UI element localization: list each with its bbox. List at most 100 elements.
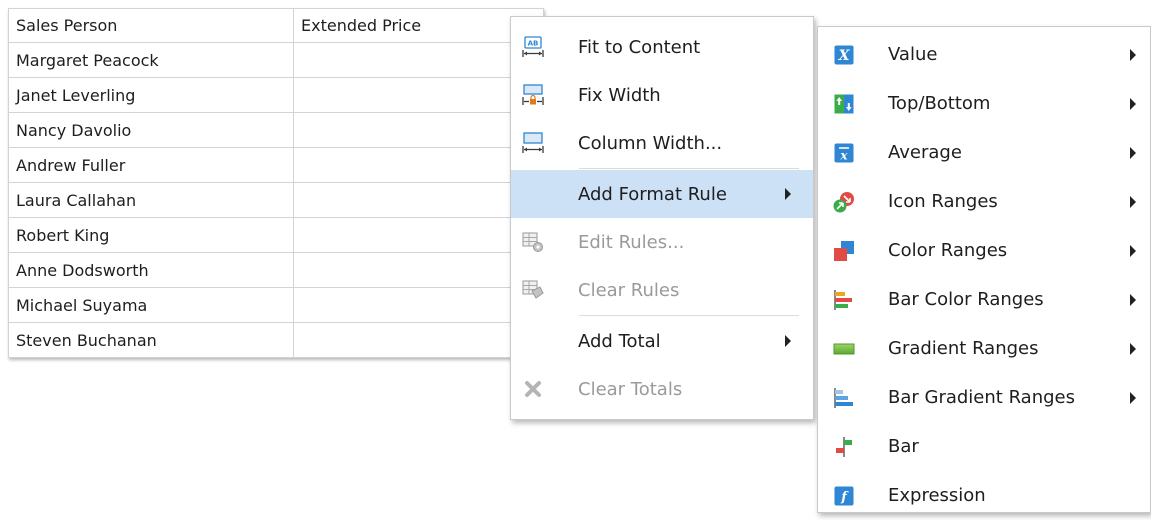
submenu-arrow-icon [1130,391,1136,404]
gradient-ranges-icon [827,332,861,366]
extended-price-cell[interactable] [293,42,544,78]
table-row[interactable]: Steven Buchanan [8,322,544,358]
submenu-item-average[interactable]: x Average [818,128,1150,177]
clear-rules-icon [516,273,550,307]
svg-text:X: X [838,48,851,64]
menu-item-label: Add Total [578,330,661,352]
data-grid: Sales Person Extended Price Margaret Pea… [8,8,544,358]
table-row[interactable]: Laura Callahan [8,182,544,218]
sales-person-cell[interactable]: Laura Callahan [8,182,294,218]
clear-totals-icon [516,372,550,406]
submenu-item-label: Gradient Ranges [888,338,1039,359]
edit-rules-icon [516,225,550,259]
submenu-arrow-icon [1130,146,1136,159]
submenu-arrow-icon [1130,342,1136,355]
fit-to-content-icon: AB [516,30,550,64]
submenu-item-label: Bar Color Ranges [888,289,1044,310]
menu-separator [579,168,799,169]
sales-person-cell[interactable]: Michael Suyama [8,287,294,323]
value-icon: X [827,38,861,72]
bar-icon [827,430,861,464]
table-row[interactable]: Margaret Peacock [8,42,544,78]
menu-item-column-width[interactable]: Column Width... [511,119,813,167]
extended-price-cell[interactable] [293,322,544,358]
menu-item-label: Fix Width [578,84,661,106]
svg-text:AB: AB [528,40,539,48]
average-icon: x [827,136,861,170]
menu-item-label: Add Format Rule [578,183,727,205]
submenu-item-gradient-ranges[interactable]: Gradient Ranges [818,324,1150,373]
sales-person-cell[interactable]: Anne Dodsworth [8,252,294,288]
svg-text:x: x [839,148,848,162]
column-width-icon [516,126,550,160]
menu-item-label: Edit Rules... [578,231,685,253]
grid-header-row: Sales Person Extended Price [8,8,544,43]
column-context-menu: AB Fit to Content Fix Width Column Width… [510,16,814,420]
menu-item-label: Clear Rules [578,279,680,301]
submenu-arrow-icon [785,335,791,347]
menu-item-label: Clear Totals [578,378,683,400]
submenu-item-label: Value [888,44,938,65]
submenu-item-color-ranges[interactable]: Color Ranges [818,226,1150,275]
sales-person-cell[interactable]: Nancy Davolio [8,112,294,148]
submenu-item-label: Color Ranges [888,240,1008,261]
submenu-arrow-icon [1130,97,1136,110]
color-ranges-icon [827,234,861,268]
column-header-extended-price[interactable]: Extended Price [293,8,544,43]
submenu-item-label: Average [888,142,962,163]
menu-item-fix-width[interactable]: Fix Width [511,71,813,119]
extended-price-cell[interactable] [293,287,544,323]
expression-icon: f [827,479,861,513]
sales-person-cell[interactable]: Andrew Fuller [8,147,294,183]
table-row[interactable]: Andrew Fuller [8,147,544,183]
extended-price-cell[interactable] [293,147,544,183]
bar-gradient-ranges-icon [827,381,861,415]
bar-color-ranges-icon [827,283,861,317]
submenu-item-expression[interactable]: f Expression [818,471,1150,520]
table-row[interactable]: Michael Suyama [8,287,544,323]
submenu-item-label: Bar [888,436,919,457]
submenu-item-value[interactable]: X Value [818,30,1150,79]
menu-item-add-total[interactable]: Add Total [511,317,813,365]
table-row[interactable]: Janet Leverling [8,77,544,113]
extended-price-cell[interactable] [293,77,544,113]
submenu-item-bar[interactable]: Bar [818,422,1150,471]
submenu-item-bar-gradient-ranges[interactable]: Bar Gradient Ranges [818,373,1150,422]
fix-width-icon [516,78,550,112]
sales-person-cell[interactable]: Janet Leverling [8,77,294,113]
icon-ranges-icon [827,185,861,219]
submenu-item-label: Bar Gradient Ranges [888,387,1075,408]
top-bottom-icon [827,87,861,121]
extended-price-cell[interactable] [293,112,544,148]
column-header-sales-person[interactable]: Sales Person [8,8,294,43]
menu-item-edit-rules[interactable]: Edit Rules... [511,218,813,266]
table-row[interactable]: Nancy Davolio [8,112,544,148]
menu-item-clear-rules[interactable]: Clear Rules [511,266,813,314]
menu-item-label: Column Width... [578,132,723,154]
submenu-arrow-icon [1130,293,1136,306]
sales-person-cell[interactable]: Steven Buchanan [8,322,294,358]
submenu-item-label: Top/Bottom [888,93,991,114]
submenu-item-label: Expression [888,485,986,506]
submenu-arrow-icon [1130,244,1136,257]
table-row[interactable]: Robert King [8,217,544,253]
sales-person-cell[interactable]: Margaret Peacock [8,42,294,78]
extended-price-cell[interactable] [293,182,544,218]
extended-price-cell[interactable] [293,252,544,288]
menu-separator [579,315,799,316]
submenu-arrow-icon [785,188,791,200]
menu-item-add-format-rule[interactable]: Add Format Rule [511,170,813,218]
format-rule-submenu: X Value Top/Bottom x Average Icon Ranges… [817,26,1151,513]
sales-person-cell[interactable]: Robert King [8,217,294,253]
extended-price-cell[interactable] [293,217,544,253]
menu-item-clear-totals[interactable]: Clear Totals [511,365,813,413]
submenu-item-label: Icon Ranges [888,191,998,212]
submenu-item-top-bottom[interactable]: Top/Bottom [818,79,1150,128]
submenu-item-bar-color-ranges[interactable]: Bar Color Ranges [818,275,1150,324]
table-row[interactable]: Anne Dodsworth [8,252,544,288]
menu-item-fit-to-content[interactable]: AB Fit to Content [511,23,813,71]
submenu-arrow-icon [1130,48,1136,61]
menu-item-label: Fit to Content [578,36,701,58]
submenu-arrow-icon [1130,195,1136,208]
submenu-item-icon-ranges[interactable]: Icon Ranges [818,177,1150,226]
